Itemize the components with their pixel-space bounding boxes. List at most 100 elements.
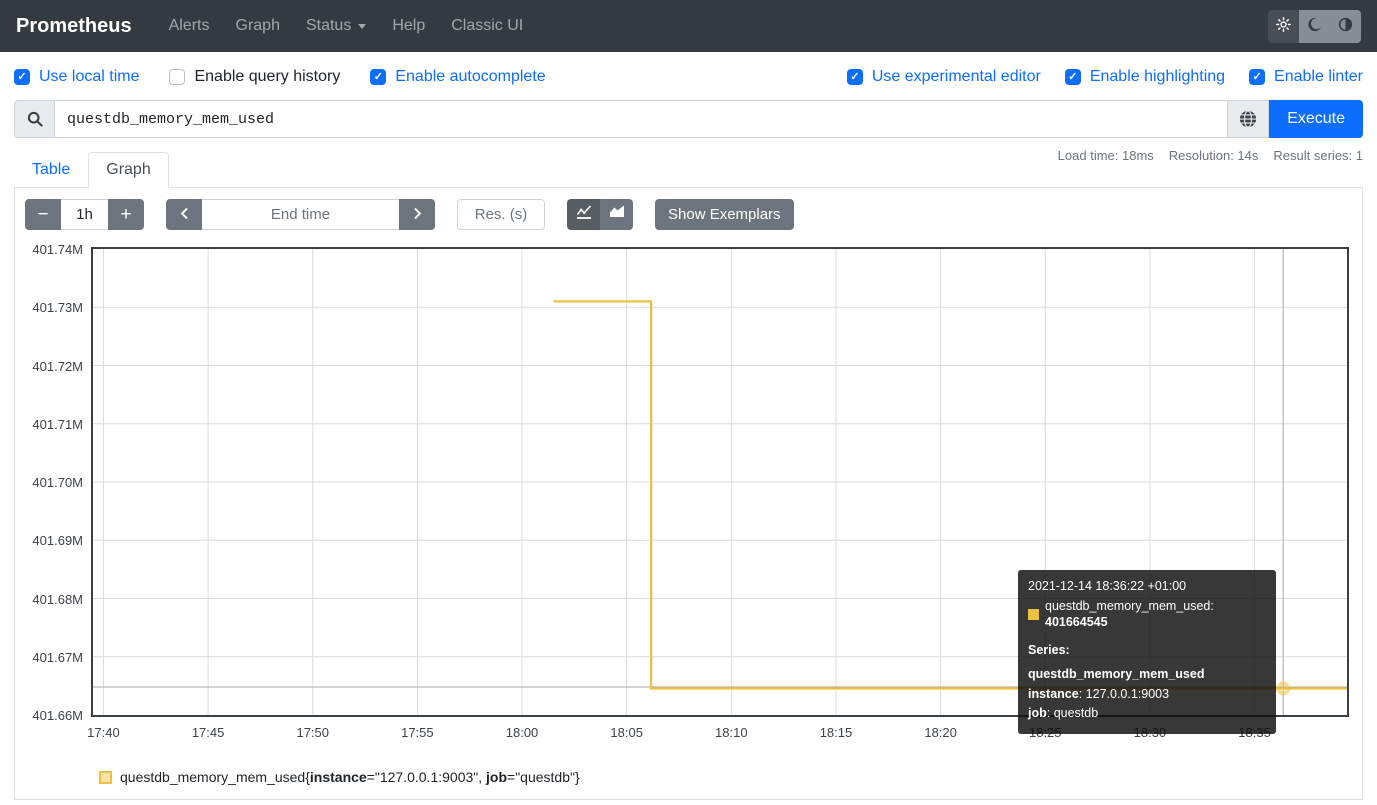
tooltip-metric: questdb_memory_mem_used: 401664545 xyxy=(1045,599,1266,630)
range-input[interactable] xyxy=(61,199,108,230)
checked-checkbox-icon[interactable]: ✓ xyxy=(1249,69,1265,85)
tooltip-label-job: job: questdb xyxy=(1028,706,1266,721)
nav-item-graph[interactable]: Graph xyxy=(223,9,293,43)
checkbox-use-local-time[interactable]: ✓ Use local time xyxy=(14,68,139,86)
light-theme-button[interactable] xyxy=(1268,10,1299,43)
caret-down-icon xyxy=(358,24,366,29)
checkbox-enable-linter[interactable]: ✓ Enable linter xyxy=(1249,68,1363,86)
moon-icon xyxy=(1307,17,1322,35)
stat-resolution: Resolution: 14s xyxy=(1169,148,1259,163)
chevron-right-icon xyxy=(411,204,424,226)
series-legend-label: questdb_memory_mem_used{instance="127.0.… xyxy=(120,769,580,785)
x-axis-tick-label: 18:15 xyxy=(808,725,864,740)
checked-checkbox-icon[interactable]: ✓ xyxy=(1065,69,1081,85)
checkbox-label: Enable linter xyxy=(1274,68,1363,86)
tabs: TableGraph xyxy=(14,152,169,187)
settings-right-group: ✓ Use experimental editor ✓ Enable highligh… xyxy=(847,68,1363,86)
tooltip-series-heading: Series: xyxy=(1028,643,1266,658)
end-time-input[interactable] xyxy=(202,199,399,230)
stacked-chart-button[interactable] xyxy=(600,199,633,230)
y-axis-tick-label: 401.70M xyxy=(25,475,83,490)
tooltip-label-instance: instance: 127.0.0.1:9003 xyxy=(1028,687,1266,702)
checkbox-use-experimental-editor[interactable]: ✓ Use experimental editor xyxy=(847,68,1041,86)
y-axis-tick-label: 401.71M xyxy=(25,417,83,432)
search-icon xyxy=(14,100,55,138)
checkbox-label: Use local time xyxy=(39,68,139,86)
y-axis-tick-label: 401.69M xyxy=(25,533,83,548)
series-swatch-icon xyxy=(1028,609,1039,620)
stat-load-time: Load time: 18ms xyxy=(1058,148,1154,163)
graph-controls: − + Show Exemplars xyxy=(25,199,1352,230)
y-axis-tick-label: 401.74M xyxy=(25,242,83,257)
x-axis-tick-label: 17:45 xyxy=(180,725,236,740)
y-axis-tick-label: 401.67M xyxy=(25,650,83,665)
globe-icon[interactable] xyxy=(1228,100,1269,138)
y-axis-tick-label: 401.73M xyxy=(25,300,83,315)
time-forward-button[interactable] xyxy=(399,199,435,230)
show-exemplars-button[interactable]: Show Exemplars xyxy=(655,199,794,230)
series-swatch-icon xyxy=(99,771,112,784)
checkbox-enable-query-history[interactable]: Enable query history xyxy=(169,68,340,86)
checked-checkbox-icon[interactable]: ✓ xyxy=(847,69,863,85)
navbar: Prometheus AlertsGraphStatusHelpClassic … xyxy=(0,0,1377,52)
x-axis-tick-label: 18:10 xyxy=(703,725,759,740)
series-legend[interactable]: questdb_memory_mem_used{instance="127.0.… xyxy=(99,769,1352,799)
y-axis-tick-label: 401.68M xyxy=(25,592,83,607)
auto-theme-button[interactable] xyxy=(1330,10,1361,43)
y-axis-tick-label: 401.72M xyxy=(25,359,83,374)
nav-menu: AlertsGraphStatusHelpClassic UI xyxy=(156,9,537,43)
sun-icon xyxy=(1276,17,1291,35)
stat-result-series: Result series: 1 xyxy=(1273,148,1363,163)
x-axis-tick-label: 17:50 xyxy=(285,725,341,740)
tooltip-timestamp: 2021-12-14 18:36:22 +01:00 xyxy=(1028,579,1266,594)
y-axis-tick-label: 401.66M xyxy=(25,708,83,723)
tab-graph[interactable]: Graph xyxy=(88,152,168,188)
checked-checkbox-icon[interactable]: ✓ xyxy=(14,69,30,85)
checkbox-label: Enable autocomplete xyxy=(395,68,545,86)
contrast-icon xyxy=(1338,17,1353,35)
range-control: − + xyxy=(25,199,144,230)
nav-item-status[interactable]: Status xyxy=(293,9,379,43)
checkbox-enable-highlighting[interactable]: ✓ Enable highlighting xyxy=(1065,68,1225,86)
x-axis-tick-label: 18:05 xyxy=(599,725,655,740)
query-bar: Execute xyxy=(14,100,1363,138)
chart-type-toggle xyxy=(567,199,633,230)
tooltip-series-name: questdb_memory_mem_used xyxy=(1028,667,1266,682)
x-axis-tick-label: 17:40 xyxy=(75,725,131,740)
theme-toggle-group xyxy=(1268,10,1361,43)
query-stats: Load time: 18ms Resolution: 14s Result ser… xyxy=(1058,148,1363,163)
chevron-left-icon xyxy=(178,204,191,226)
unchecked-checkbox-icon[interactable] xyxy=(169,69,185,85)
checkbox-enable-autocomplete[interactable]: ✓ Enable autocomplete xyxy=(370,68,545,86)
x-axis-tick-label: 17:55 xyxy=(389,725,445,740)
execute-button[interactable]: Execute xyxy=(1269,100,1363,138)
tooltip-value-row: questdb_memory_mem_used: 401664545 xyxy=(1028,599,1266,630)
range-decrease-button[interactable]: − xyxy=(25,199,61,230)
nav-item-help[interactable]: Help xyxy=(379,9,438,43)
line-chart-button[interactable] xyxy=(567,199,600,230)
nav-item-alerts[interactable]: Alerts xyxy=(156,9,223,43)
app-brand[interactable]: Prometheus xyxy=(16,15,132,38)
nav-item-classic-ui[interactable]: Classic UI xyxy=(438,9,536,43)
tab-table[interactable]: Table xyxy=(14,152,88,188)
graph-tooltip: 2021-12-14 18:36:22 +01:00 questdb_memor… xyxy=(1018,570,1276,734)
checkbox-label: Use experimental editor xyxy=(872,68,1041,86)
checkbox-label: Enable highlighting xyxy=(1090,68,1225,86)
x-axis-tick-label: 18:20 xyxy=(913,725,969,740)
checked-checkbox-icon[interactable]: ✓ xyxy=(370,69,386,85)
stacked-chart-icon xyxy=(609,204,625,225)
resolution-input[interactable] xyxy=(457,199,545,230)
range-increase-button[interactable]: + xyxy=(108,199,144,230)
tabs-row: TableGraph Load time: 18msResolution: 14… xyxy=(14,152,1363,187)
query-input[interactable] xyxy=(55,100,1228,138)
tooltip-labels: instance: 127.0.0.1:9003 job: questdb xyxy=(1028,687,1266,721)
checkbox-label: Enable query history xyxy=(194,68,340,86)
settings-row: ✓ Use local time Enable query history ✓ Enab… xyxy=(0,52,1377,100)
time-back-button[interactable] xyxy=(166,199,202,230)
end-time-control xyxy=(166,199,435,230)
settings-left-group: ✓ Use local time Enable query history ✓ Enab… xyxy=(14,68,546,86)
x-axis-tick-label: 18:00 xyxy=(494,725,550,740)
tooltip-value: 401664545 xyxy=(1045,615,1108,629)
dark-theme-button[interactable] xyxy=(1299,10,1330,43)
line-chart-icon xyxy=(576,204,592,225)
